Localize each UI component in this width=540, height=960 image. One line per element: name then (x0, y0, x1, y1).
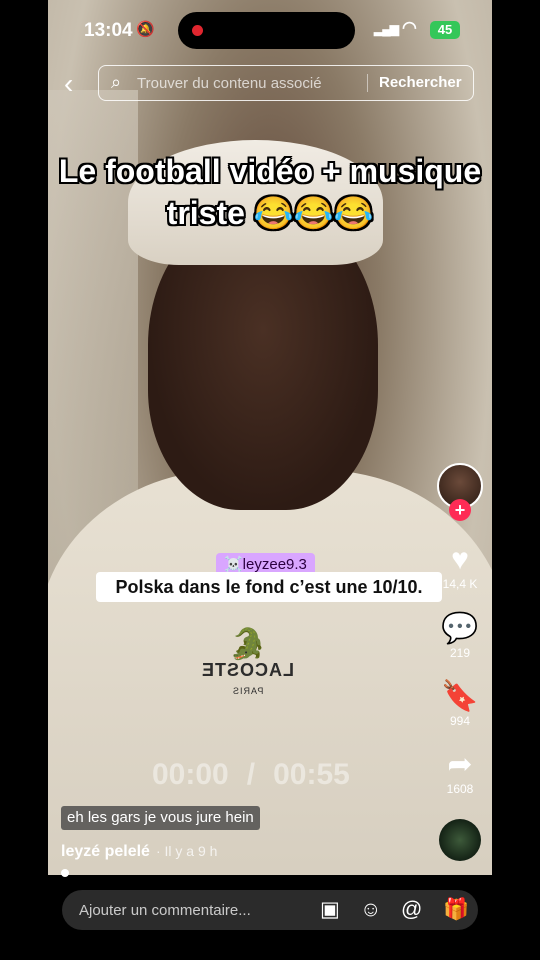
shirt-logo: 🐊 LACOSTE PARIS (188, 630, 308, 699)
video-subtitle: eh les gars je vous jure hein (61, 806, 260, 830)
like-button[interactable]: ♥ 14,4 K (436, 543, 484, 591)
comment-count: 219 (449, 646, 471, 660)
recording-dot-icon (192, 25, 203, 36)
quote-sticker: Polska dans le fond c’est une 10/10. (96, 572, 442, 602)
timer-current: 00:00 (152, 758, 229, 791)
shirt-city: PARIS (232, 686, 264, 696)
bookmark-icon: 🔖 (441, 680, 479, 713)
follow-plus-icon[interactable]: + (449, 499, 471, 521)
shirt-brand: LACOSTE (201, 660, 295, 680)
share-count: 1608 (446, 782, 474, 796)
battery-icon: 45 (430, 21, 460, 39)
video-timer: 00:00 / 00:55 (152, 758, 350, 792)
dynamic-island (178, 12, 355, 49)
comment-input[interactable]: Ajouter un commentaire... (79, 902, 251, 919)
video-player[interactable]: 🐊 LACOSTE PARIS (48, 0, 492, 875)
share-arrow-icon: ➦ (447, 748, 473, 781)
search-icon: ⌕ (111, 72, 122, 92)
status-time: 13:04 (84, 20, 133, 41)
search-bar[interactable]: ⌕ Trouver du contenu associé Rechercher (98, 65, 474, 101)
timer-separator: / (246, 758, 256, 791)
image-icon[interactable]: ▣ (320, 898, 340, 922)
emoji-icon[interactable]: ☺ (360, 898, 381, 922)
save-count: 994 (449, 714, 471, 728)
mention-icon[interactable]: @ (401, 898, 422, 922)
video-caption: Le football vidéo + musique triste 😂😂😂 (58, 153, 482, 231)
comment-button[interactable]: 💬 219 (436, 612, 484, 660)
heart-icon: ♥ (451, 543, 469, 576)
search-divider (367, 74, 368, 92)
search-button[interactable]: Rechercher (379, 74, 462, 91)
progress-indicator[interactable] (61, 869, 69, 877)
save-button[interactable]: 🔖 994 (436, 680, 484, 728)
post-time: · Il y a 9 h (155, 843, 218, 859)
comment-bubble-icon: 💬 (441, 612, 479, 645)
status-bar: 13:04 🔕 ▂▄▆ ◠ 45 (48, 0, 492, 60)
wifi-icon: ◠ (402, 18, 417, 37)
gift-icon[interactable]: 🎁 (443, 898, 469, 922)
author-name[interactable]: leyzé pelelé (61, 843, 150, 860)
back-icon[interactable]: ‹ (64, 70, 73, 98)
timer-total: 00:55 (273, 758, 350, 791)
music-disc-icon[interactable] (439, 819, 481, 861)
like-count: 14,4 K (442, 577, 478, 591)
crocodile-icon: 🐊 (229, 628, 267, 661)
comment-bar[interactable]: Ajouter un commentaire... ▣ ☺ @ 🎁 (62, 890, 478, 930)
silent-bell-icon: 🔕 (136, 21, 155, 38)
share-button[interactable]: ➦ 1608 (436, 748, 484, 796)
signal-icon: ▂▄▆ (374, 22, 399, 36)
search-input[interactable]: Trouver du contenu associé (137, 75, 322, 92)
author-line[interactable]: leyzé pelelé · Il y a 9 h (61, 843, 217, 861)
